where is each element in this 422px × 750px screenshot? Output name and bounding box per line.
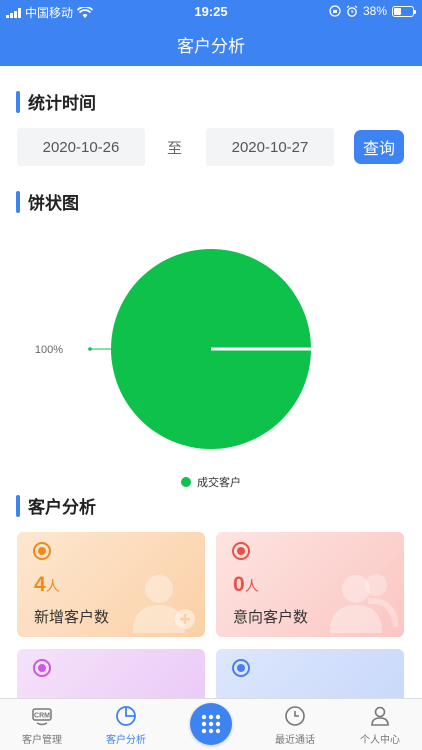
end-date-picker[interactable]: 2020-10-27	[206, 128, 334, 166]
tab-personal-center[interactable]: 个人中心	[338, 699, 422, 750]
clock-icon	[285, 706, 305, 726]
new-customers-label: 新增客户数	[34, 609, 110, 626]
section-accent-bar	[16, 90, 20, 113]
date-range-separator: 至	[167, 140, 183, 157]
section-accent-bar	[16, 494, 20, 517]
intent-customers-unit: 人	[244, 578, 259, 594]
grid-dots-icon	[201, 714, 221, 734]
svg-text:CRM: CRM	[34, 713, 50, 720]
target-icon	[232, 542, 250, 560]
start-date-picker[interactable]: 2020-10-26	[17, 128, 145, 166]
pie-chart: 100%	[0, 216, 422, 496]
pie-section-title: 饼状图	[16, 189, 79, 214]
top-bar: 中国移动 19:25 38% 客户分析	[0, 0, 422, 66]
legend-swatch	[181, 477, 191, 487]
pie-title-text: 饼状图	[28, 194, 79, 213]
page-title: 客户分析	[177, 37, 245, 56]
intent-customers-count: 0	[233, 573, 245, 596]
tab-label: 最近通话	[275, 735, 315, 746]
stat-time-title-text: 统计时间	[28, 94, 96, 113]
legend-label: 成交客户	[197, 477, 241, 489]
tab-label: 个人中心	[360, 735, 400, 746]
intent-customers-label: 意向客户数	[233, 609, 309, 626]
slice-percent-label: 100%	[35, 344, 63, 356]
tab-label: 客户分析	[106, 735, 146, 746]
query-button[interactable]: 查询	[354, 130, 404, 164]
main-content: 统计时间 2020-10-26 至 2020-10-27 查询 饼状图 100%…	[0, 66, 422, 698]
chart-legend: 成交客户	[0, 474, 422, 490]
target-icon	[33, 659, 51, 677]
alarm-icon	[346, 5, 358, 17]
bottom-tab-bar: CRM 客户管理 客户分析 最近通话 个人中心	[0, 698, 422, 750]
users-watermark-icon	[330, 574, 398, 633]
rotation-lock-icon	[329, 5, 341, 17]
pie-chart-icon	[116, 706, 136, 726]
tab-label: 客户管理	[22, 735, 62, 746]
label-leader-dot	[88, 347, 92, 351]
tab-recent-calls[interactable]: 最近通话	[253, 699, 337, 750]
intent-customers-card[interactable]: 0人 意向客户数	[216, 532, 404, 637]
customer-card-3[interactable]	[17, 649, 205, 698]
new-customers-value: 4人	[34, 573, 60, 597]
stat-time-section-title: 统计时间	[16, 89, 96, 114]
battery-icon	[392, 5, 416, 17]
intent-customers-value: 0人	[233, 573, 259, 597]
new-customers-unit: 人	[45, 578, 60, 594]
tab-customer-management[interactable]: CRM 客户管理	[0, 699, 84, 750]
analysis-section-title: 客户分析	[16, 493, 96, 518]
new-customers-count: 4	[34, 573, 46, 596]
target-icon	[33, 542, 51, 560]
battery-level	[394, 7, 401, 15]
status-bar: 中国移动 19:25 38%	[0, 0, 422, 22]
target-icon	[232, 659, 250, 677]
new-customers-card[interactable]: 4人 新增客户数	[17, 532, 205, 637]
pie-chart-svg: 100%	[35, 249, 311, 449]
user-add-watermark-icon	[133, 575, 195, 633]
center-menu-button[interactable]	[190, 703, 232, 745]
section-accent-bar	[16, 190, 20, 213]
user-icon	[371, 706, 389, 726]
customer-card-4[interactable]	[216, 649, 404, 698]
battery-percent: 38%	[362, 4, 387, 18]
analysis-title-text: 客户分析	[28, 498, 96, 517]
crm-icon: CRM	[32, 708, 52, 726]
tab-customer-analysis[interactable]: 客户分析	[84, 699, 168, 750]
